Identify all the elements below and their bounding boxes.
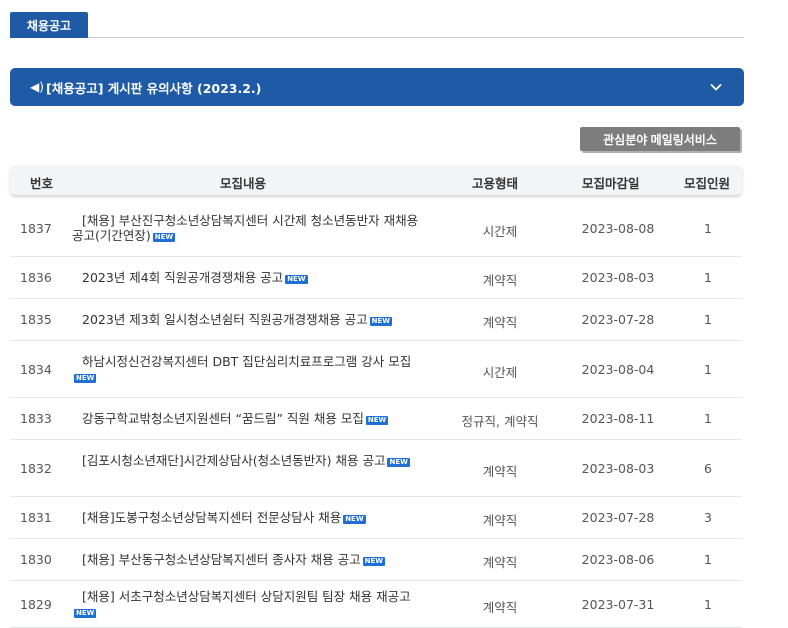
tab-recruitment[interactable]: 채용공고 (10, 12, 88, 38)
new-badge: NEW (74, 373, 97, 383)
row-count: 6 (704, 460, 712, 476)
row-count: 1 (704, 270, 712, 285)
row-deadline: 2023-08-03 (581, 270, 655, 285)
row-title-link[interactable]: 강동구학교밖청소년지원센터 “꿈드림” 직원 채용 모집 NEW (72, 411, 422, 426)
row-title-text: [채용] 서초구청소년상담복지센터 상담지원팀 팀장 채용 재공고 (82, 588, 411, 604)
row-count: 1 (704, 361, 712, 377)
chevron-down-icon[interactable] (708, 79, 724, 95)
row-deadline: 2023-08-11 (581, 411, 655, 426)
row-count: 1 (704, 596, 712, 612)
row-count: 1 (704, 220, 712, 236)
row-deadline: 2023-08-03 (581, 460, 655, 476)
speaker-icon: ◀) (30, 80, 44, 94)
row-title-text: 하남시정신건강복지센터 DBT 집단심리치료프로그램 강사 모집 (82, 353, 412, 369)
row-title-link[interactable]: [채용]도봉구청소년상담복지센터 전문상담사 채용 NEW (72, 510, 422, 525)
row-number: 1830 (20, 552, 52, 567)
row-employment-type: 정규직, 계약직 (461, 414, 539, 429)
row-employment-type: 시간제 (482, 223, 518, 239)
table-row[interactable]: 1834 하남시정신건강복지센터 DBT 집단심리치료프로그램 강사 모집 NEW 시… (10, 341, 742, 398)
row-title-text: [채용] 부산진구청소년상담복지센터 시간제 청소년동반자 재채용 공고(기간연… (72, 212, 419, 243)
header-count: 모집인원 (684, 176, 731, 191)
row-number: 1837 (20, 220, 52, 236)
row-title-text: 2023년 제4회 직원공개경쟁채용 공고 (82, 270, 284, 285)
new-badge: NEW (365, 416, 389, 425)
new-badge: NEW (285, 275, 308, 284)
row-number: 1833 (20, 411, 52, 426)
row-title-link[interactable]: 하남시정신건강복지센터 DBT 집단심리치료프로그램 강사 모집 NEW (72, 354, 422, 384)
tab-bar: 채용공고 (10, 12, 744, 38)
new-badge: NEW (152, 232, 176, 242)
row-employment-type: 계약직 (482, 273, 518, 288)
row-title-link[interactable]: 2023년 제3회 일시청소년쉼터 직원공개경쟁채용 공고 NEW (72, 312, 422, 327)
row-count: 1 (704, 312, 712, 327)
row-employment-type: 계약직 (482, 463, 518, 479)
new-badge: NEW (343, 515, 366, 524)
row-count: 1 (704, 411, 712, 426)
mailing-service-button[interactable]: 관심분야 메일링서비스 (580, 127, 740, 151)
row-number: 1835 (20, 312, 52, 327)
row-number: 1831 (20, 510, 52, 525)
header-num: 번호 (30, 176, 54, 191)
row-deadline: 2023-07-31 (581, 596, 655, 612)
row-title-text: [채용]도봉구청소년상담복지센터 전문상담사 채용 (82, 510, 342, 525)
row-number: 1829 (20, 596, 52, 612)
row-title-link[interactable]: [채용] 부산동구청소년상담복지센터 종사자 채용 공고 NEW (72, 552, 422, 567)
row-number: 1834 (20, 361, 52, 377)
row-count: 1 (704, 552, 712, 567)
row-deadline: 2023-07-28 (581, 312, 655, 327)
row-employment-type: 계약직 (482, 513, 518, 528)
table-row[interactable]: 1832 [김포시청소년재단]시간제상담사(청소년동반자) 채용 공고 NEW 계약직… (10, 440, 742, 497)
row-title-text: [김포시청소년재단]시간제상담사(청소년동반자) 채용 공고 (82, 452, 386, 468)
row-title-text: 강동구학교밖청소년지원센터 “꿈드림” 직원 채용 모집 (82, 411, 364, 426)
row-deadline: 2023-08-08 (581, 220, 655, 236)
row-title-link[interactable]: [채용] 서초구청소년상담복지센터 상담지원팀 팀장 채용 재공고 NEW (72, 589, 422, 619)
table-row[interactable]: 1831 [채용]도봉구청소년상담복지센터 전문상담사 채용 NEW 계약직 2023-… (10, 497, 742, 539)
row-title-text: 2023년 제3회 일시청소년쉼터 직원공개경쟁채용 공고 (82, 312, 368, 327)
row-employment-type: 시간제 (482, 364, 518, 380)
new-badge: NEW (362, 557, 386, 566)
table-row[interactable]: 1833 강동구학교밖청소년지원센터 “꿈드림” 직원 채용 모집 NEW 정규직, … (10, 398, 742, 440)
header-content: 모집내용 (220, 176, 267, 191)
new-badge: NEW (369, 317, 393, 326)
row-title-link[interactable]: [채용] 부산진구청소년상담복지센터 시간제 청소년동반자 재채용 공고(기간연… (72, 213, 422, 243)
table-row[interactable]: 1829 [채용] 서초구청소년상담복지센터 상담지원팀 팀장 채용 재공고 NEW… (10, 581, 742, 628)
new-badge: NEW (387, 457, 410, 467)
row-deadline: 2023-08-06 (581, 552, 655, 567)
header-deadline: 모집마감일 (582, 176, 640, 191)
row-deadline: 2023-07-28 (581, 510, 655, 525)
notice-title: [채용공고] 게시판 유의사항 (2023.2.) (46, 80, 262, 96)
table-row[interactable]: 1835 2023년 제3회 일시청소년쉼터 직원공개경쟁채용 공고 NEW 계약직 2… (10, 299, 742, 341)
row-number: 1836 (20, 270, 52, 285)
notice-accordion[interactable]: ◀) [채용공고] 게시판 유의사항 (2023.2.) (10, 68, 744, 106)
table-row[interactable]: 1837 [채용] 부산진구청소년상담복지센터 시간제 청소년동반자 재채용 공고… (10, 200, 742, 257)
row-count: 3 (704, 510, 712, 525)
table-header: 번호 모집내용 고용형태 모집마감일 모집인원 (10, 165, 742, 195)
row-employment-type: 계약직 (482, 315, 518, 330)
row-title-link[interactable]: 2023년 제4회 직원공개경쟁채용 공고 NEW (72, 270, 422, 285)
row-employment-type: 계약직 (482, 599, 518, 615)
header-type: 고용형태 (472, 176, 519, 191)
row-employment-type: 계약직 (482, 555, 518, 570)
new-badge: NEW (74, 608, 97, 618)
row-number: 1832 (20, 460, 52, 476)
table-row[interactable]: 1830 [채용] 부산동구청소년상담복지센터 종사자 채용 공고 NEW 계약직 20… (10, 539, 742, 581)
row-title-text: [채용] 부산동구청소년상담복지센터 종사자 채용 공고 (82, 552, 361, 567)
row-title-link[interactable]: [김포시청소년재단]시간제상담사(청소년동반자) 채용 공고 NEW (72, 453, 422, 468)
table-row[interactable]: 1836 2023년 제4회 직원공개경쟁채용 공고 NEW 계약직 2023-08-0… (10, 257, 742, 299)
row-deadline: 2023-08-04 (581, 361, 655, 377)
